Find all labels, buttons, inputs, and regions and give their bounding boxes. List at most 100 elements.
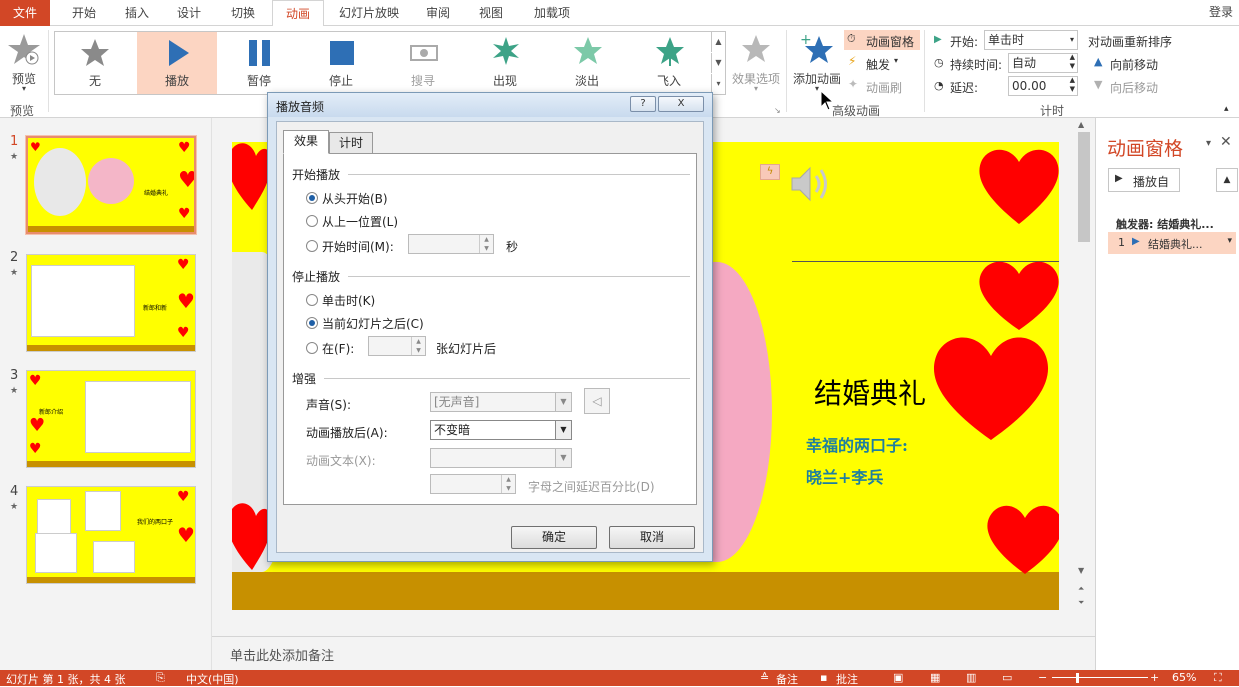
radio-on-click-label[interactable]: 单击时(K) <box>322 292 375 309</box>
zoom-slider[interactable] <box>1052 677 1148 678</box>
gallery-item-appear[interactable]: 出现 <box>465 32 545 94</box>
cancel-button[interactable]: 取消 <box>609 526 695 549</box>
scroll-thumb[interactable] <box>1078 132 1090 242</box>
spinner-icon[interactable]: ▲ ▼ <box>1070 76 1075 94</box>
animate-text-select[interactable]: ▼ <box>430 448 572 468</box>
chevron-down-icon[interactable]: ▼ <box>555 421 571 439</box>
prev-slide-icon[interactable]: ⏶ <box>1078 584 1084 594</box>
tab-file[interactable]: 文件 <box>0 0 50 26</box>
gallery-scroll-up[interactable]: ▲ <box>711 32 725 52</box>
tab-review[interactable]: 审阅 <box>418 0 458 26</box>
after-animation-select[interactable]: 不变暗 ▼ <box>430 420 572 440</box>
spinner-icon[interactable]: ▲ ▼ <box>1070 53 1075 71</box>
zoom-level[interactable]: 65% <box>1172 671 1196 684</box>
radio-from-last-position[interactable] <box>306 215 318 227</box>
chevron-down-icon[interactable]: ▾ <box>1227 236 1232 246</box>
gallery-item-pause[interactable]: 暂停 <box>219 32 299 94</box>
slide-sorter-icon[interactable]: ▦ <box>930 671 940 684</box>
tab-transitions[interactable]: 切换 <box>220 0 266 26</box>
tab-timing[interactable]: 计时 <box>329 132 373 154</box>
fit-slide-icon[interactable]: ⛶ <box>1214 671 1222 685</box>
radio-start-time[interactable] <box>306 240 318 252</box>
slide-names[interactable]: 晓兰+李兵 <box>806 464 883 488</box>
effect-options-button[interactable]: 效果选项 ▾ <box>728 30 784 96</box>
slideshow-icon[interactable]: ▭ <box>1002 671 1012 684</box>
duration-input[interactable]: 自动 ▲ ▼ <box>1008 53 1078 73</box>
start-time-input[interactable]: ▲ ▼ <box>408 234 494 254</box>
preview-button[interactable]: 预览 ▾ <box>4 30 44 96</box>
radio-after-slides-label[interactable]: 在(F): <box>322 340 354 357</box>
trigger-button[interactable]: ⚡ 触发 ▾ <box>846 54 916 72</box>
gallery-item-none[interactable]: 无 <box>55 32 135 94</box>
comments-toggle[interactable]: 批注 <box>836 671 858 687</box>
pane-options-icon[interactable]: ▾ <box>1206 138 1211 149</box>
dialog-launcher-icon[interactable]: ↘ <box>774 106 781 115</box>
gallery-item-stop[interactable]: 停止 <box>301 32 381 94</box>
reading-view-icon[interactable]: ▥ <box>966 671 976 684</box>
gallery-item-seek[interactable]: 搜寻 <box>383 32 463 94</box>
login-link[interactable]: 登录 <box>1209 3 1233 20</box>
dialog-titlebar[interactable]: 播放音频 ? X <box>268 93 712 117</box>
radio-after-slides[interactable] <box>306 342 318 354</box>
move-earlier-button[interactable]: ▲ 向前移动 <box>1094 55 1174 73</box>
scroll-up-icon[interactable]: ▲ <box>1078 120 1084 129</box>
spinner-icon[interactable]: ▲ ▼ <box>411 337 425 355</box>
scroll-down-icon[interactable]: ▼ <box>1078 566 1084 575</box>
delay-input[interactable]: 00.00 ▲ ▼ <box>1008 76 1078 96</box>
gallery-item-fade[interactable]: 淡出 <box>547 32 627 94</box>
close-icon[interactable]: ✕ <box>1220 134 1232 150</box>
slide-subtitle[interactable]: 幸福的两口子: <box>806 432 908 456</box>
zoom-in-icon[interactable]: + <box>1150 671 1159 684</box>
zoom-out-icon[interactable]: − <box>1038 671 1047 684</box>
language-indicator[interactable]: 中文(中国) <box>186 671 239 687</box>
scroll-up-icon[interactable]: ▲ <box>1216 168 1238 192</box>
close-button[interactable]: X <box>658 96 704 112</box>
animation-painter-button[interactable]: ✦ 动画刷 <box>846 77 916 95</box>
tab-design[interactable]: 设计 <box>167 0 211 26</box>
radio-from-last-position-label[interactable]: 从上一位置(L) <box>322 213 398 230</box>
radio-on-click[interactable] <box>306 294 318 306</box>
sound-select[interactable]: [无声音] ▼ <box>430 392 572 412</box>
notes-toggle[interactable]: 备注 <box>776 671 798 687</box>
gallery-item-play[interactable]: 播放 <box>137 32 217 94</box>
radio-from-beginning[interactable] <box>306 192 318 204</box>
gallery-scroll-down[interactable]: ▼ <box>711 53 725 73</box>
tab-insert[interactable]: 插入 <box>115 0 159 26</box>
speaker-icon[interactable] <box>788 164 832 204</box>
animation-pane-button[interactable]: ⏱ 动画窗格 <box>844 30 920 50</box>
help-button[interactable]: ? <box>630 96 656 112</box>
slide-thumbnail-4[interactable]: 我们的两口子 ♥ ♥ <box>26 486 196 584</box>
slide-thumbnail-2[interactable]: 新郎和新 ♥ ♥ ♥ <box>26 254 196 352</box>
tab-home[interactable]: 开始 <box>62 0 106 26</box>
slide-thumbnail-3[interactable]: 新郎介绍 ♥ ♥ ♥ <box>26 370 196 468</box>
tab-slideshow[interactable]: 幻灯片放映 <box>333 0 405 26</box>
tab-view[interactable]: 视图 <box>470 0 512 26</box>
trigger-tag-icon[interactable]: ϟ <box>760 164 780 180</box>
chevron-down-icon[interactable]: ▼ <box>555 393 571 411</box>
radio-start-time-label[interactable]: 开始时间(M): <box>322 238 394 255</box>
gallery-item-fly-in[interactable]: 飞入 <box>629 32 709 94</box>
gallery-more[interactable]: ▾ <box>711 74 725 94</box>
spinner-icon[interactable]: ▲ ▼ <box>479 235 493 253</box>
tab-addins[interactable]: 加载项 <box>524 0 580 26</box>
chevron-down-icon[interactable]: ▼ <box>555 449 571 467</box>
letter-delay-input[interactable]: ▲ ▼ <box>430 474 516 494</box>
collapse-ribbon-icon[interactable]: ▴ <box>1224 104 1229 114</box>
radio-from-beginning-label[interactable]: 从头开始(B) <box>322 190 388 207</box>
slide-title[interactable]: 结婚典礼 <box>814 372 926 412</box>
add-animation-button[interactable]: + 添加动画 ▾ <box>790 30 844 96</box>
radio-after-current-slide[interactable] <box>306 317 318 329</box>
notes-pane[interactable]: 单击此处添加备注 <box>212 636 1095 670</box>
zoom-slider-thumb[interactable] <box>1076 673 1079 683</box>
slides-count-input[interactable]: ▲ ▼ <box>368 336 426 356</box>
proofing-icon[interactable]: ⎘ <box>156 671 165 685</box>
vertical-scrollbar[interactable]: ▲ ▼ ⏶ ⏷ <box>1076 118 1094 616</box>
start-select[interactable]: 单击时 ▾ <box>984 30 1078 50</box>
slide-thumbnail-1[interactable]: 结婚典礼 ♥ ♥ ♥ ♥ <box>25 135 197 235</box>
ok-button[interactable]: 确定 <box>511 526 597 549</box>
play-from-button[interactable]: ▶ 播放自 <box>1108 168 1180 192</box>
tab-animations[interactable]: 动画 <box>272 0 324 27</box>
normal-view-icon[interactable]: ▣ <box>893 671 903 684</box>
tab-effect[interactable]: 效果 <box>283 130 329 154</box>
animation-item[interactable]: 1 ▶ 结婚典礼... ▾ <box>1108 232 1236 254</box>
